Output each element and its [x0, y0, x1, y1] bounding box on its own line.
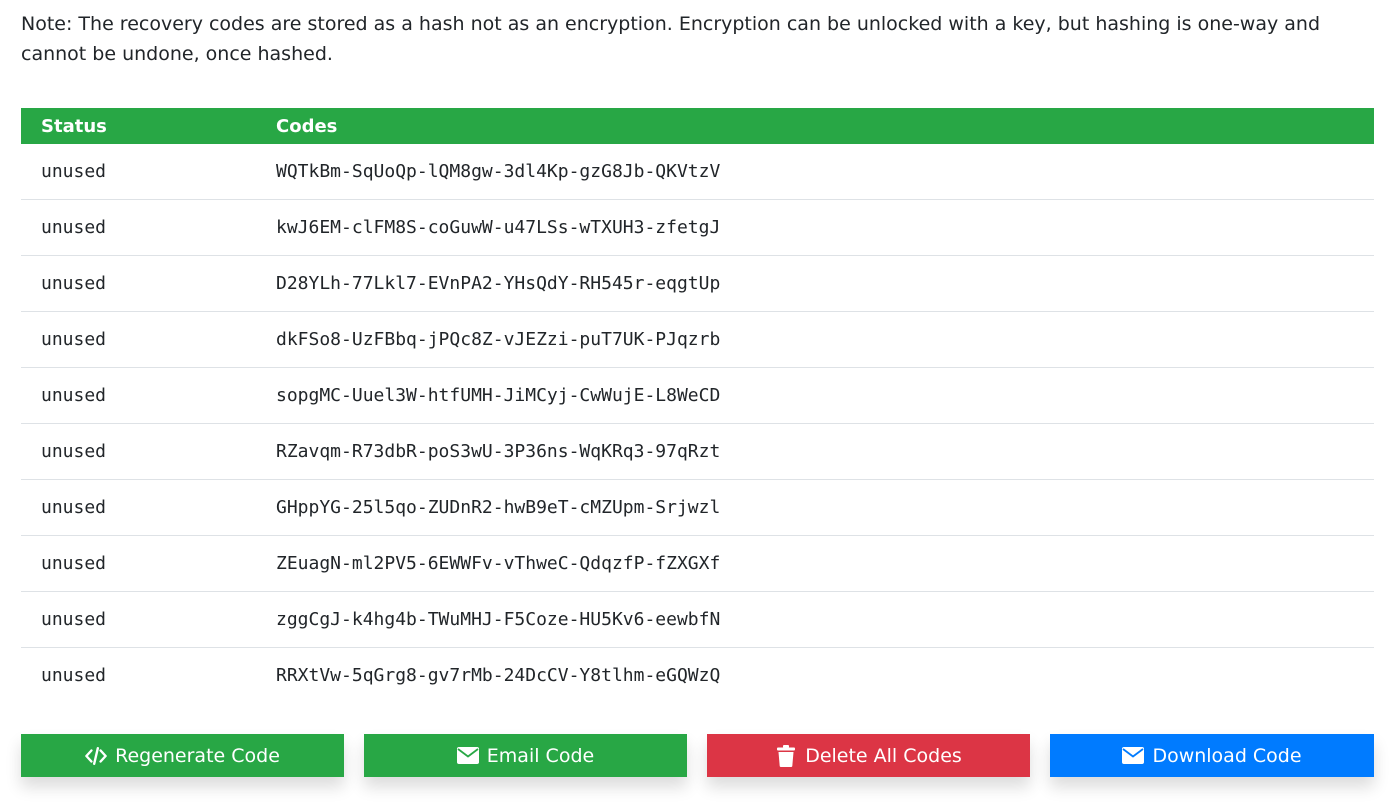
table-row: unused ZEuagN-ml2PV5-6EWWFv-vThweC-Qdqzf…	[21, 535, 1374, 592]
download-code-label: Download Code	[1152, 744, 1302, 767]
table-row: unused RRXtVw-5qGrg8-gv7rMb-24DcCV-Y8tlh…	[21, 647, 1374, 703]
code-status: unused	[21, 591, 256, 648]
trash-icon	[775, 744, 797, 767]
recovery-code: RRXtVw-5qGrg8-gv7rMb-24DcCV-Y8tlhm-eGQWz…	[256, 647, 1374, 703]
delete-all-codes-button[interactable]: Delete All Codes	[707, 734, 1030, 777]
code-status: unused	[21, 423, 256, 480]
code-status: unused	[21, 199, 256, 256]
recovery-code: zggCgJ-k4hg4b-TWuMHJ-F5Coze-HU5Kv6-eewbf…	[256, 591, 1374, 648]
table-row: unused zggCgJ-k4hg4b-TWuMHJ-F5Coze-HU5Kv…	[21, 591, 1374, 648]
code-status: unused	[21, 535, 256, 592]
code-status: unused	[21, 255, 256, 312]
status-column-header: Status	[21, 108, 256, 144]
table-row: unused dkFSo8-UzFBbq-jPQc8Z-vJEZzi-puT7U…	[21, 311, 1374, 368]
envelope-icon	[456, 745, 479, 767]
action-buttons: Regenerate Code Email Code Delete All Co…	[21, 734, 1374, 777]
download-code-button[interactable]: Download Code	[1050, 734, 1374, 777]
table-row: unused D28YLh-77Lkl7-EVnPA2-YHsQdY-RH545…	[21, 255, 1374, 312]
email-code-label: Email Code	[486, 744, 595, 767]
recovery-code: kwJ6EM-clFM8S-coGuwW-u47LSs-wTXUH3-zfetg…	[256, 199, 1374, 256]
recovery-code: sopgMC-Uuel3W-htfUMH-JiMCyj-CwWujE-L8WeC…	[256, 367, 1374, 424]
recovery-code: D28YLh-77Lkl7-EVnPA2-YHsQdY-RH545r-eqgtU…	[256, 255, 1374, 312]
table-header-row: Status Codes	[21, 108, 1374, 144]
codes-column-header: Codes	[256, 108, 1374, 144]
recovery-code: dkFSo8-UzFBbq-jPQc8Z-vJEZzi-puT7UK-PJqzr…	[256, 311, 1374, 368]
code-status: unused	[21, 647, 256, 703]
table-row: unused WQTkBm-SqUoQp-lQM8gw-3dl4Kp-gzG8J…	[21, 144, 1374, 200]
recovery-codes-table: Status Codes unused WQTkBm-SqUoQp-lQM8gw…	[21, 108, 1374, 703]
code-icon	[85, 745, 107, 767]
code-status: unused	[41, 161, 107, 182]
regenerate-code-label: Regenerate Code	[115, 744, 280, 767]
recovery-codes-note: Note: The recovery codes are stored as a…	[21, 13, 1321, 65]
delete-all-codes-label: Delete All Codes	[805, 744, 962, 767]
table-row: unused GHppYG-25l5qo-ZUDnR2-hwB9eT-cMZUp…	[21, 479, 1374, 536]
code-status: unused	[21, 479, 256, 536]
recovery-code: RZavqm-R73dbR-poS3wU-3P36ns-WqKRq3-97qRz…	[256, 423, 1374, 480]
email-code-button[interactable]: Email Code	[364, 734, 687, 777]
recovery-code: GHppYG-25l5qo-ZUDnR2-hwB9eT-cMZUpm-Srjwz…	[256, 479, 1374, 536]
code-status: unused	[21, 367, 256, 424]
recovery-code: ZEuagN-ml2PV5-6EWWFv-vThweC-QdqzfP-fZXGX…	[256, 535, 1374, 592]
regenerate-code-button[interactable]: Regenerate Code	[21, 734, 344, 777]
envelope-icon	[1122, 745, 1145, 767]
code-status: unused	[21, 311, 256, 368]
recovery-code: WQTkBm-SqUoQp-lQM8gw-3dl4Kp-gzG8Jb-QKVtz…	[276, 161, 721, 182]
table-row: unused kwJ6EM-clFM8S-coGuwW-u47LSs-wTXUH…	[21, 199, 1374, 256]
table-row: unused RZavqm-R73dbR-poS3wU-3P36ns-WqKRq…	[21, 423, 1374, 480]
table-row: unused sopgMC-Uuel3W-htfUMH-JiMCyj-CwWuj…	[21, 367, 1374, 424]
